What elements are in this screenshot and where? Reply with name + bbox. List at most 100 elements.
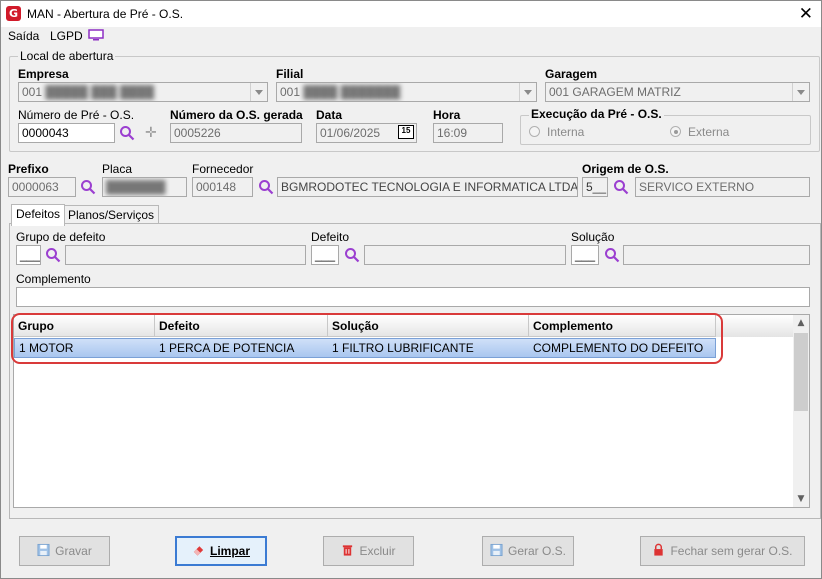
search-icon[interactable]: [80, 179, 96, 195]
numero-os-gerada-value: 0005226: [174, 126, 221, 140]
origem-label: Origem de O.S.: [582, 162, 669, 176]
main-window: G MAN - Abertura de Pré - O.S. ✕ Saída L…: [0, 0, 822, 579]
hora-value: 16:09: [437, 126, 468, 140]
vertical-scrollbar[interactable]: ▲ ▼: [793, 315, 809, 507]
garagem-label: Garagem: [545, 67, 598, 81]
complemento-label: Complemento: [16, 272, 91, 286]
search-icon[interactable]: [119, 125, 135, 141]
calendar-icon[interactable]: 15: [398, 125, 414, 139]
chevron-down-icon[interactable]: [792, 83, 809, 101]
app-logo-icon: G: [6, 6, 21, 21]
fornecedor-name-field: BGMRODOTEC TECNOLOGIA E INFORMATICA LTDA: [277, 177, 578, 197]
solucao-value: ___: [575, 248, 596, 262]
numero-os-gerada-field: 0005226: [170, 123, 302, 143]
gravar-button[interactable]: Gravar: [19, 536, 110, 566]
empresa-select[interactable]: 001 █████ ███ ████: [18, 82, 268, 102]
numero-pre-os-value: 0000043: [22, 126, 69, 140]
defeito-value: ___: [315, 248, 336, 262]
placa-field: ███████: [102, 177, 187, 197]
garagem-value: 001 GARAGEM MATRIZ: [549, 85, 681, 99]
empresa-value: 001: [22, 85, 43, 99]
execucao-title: Execução da Pré - O.S.: [529, 107, 664, 121]
limpar-label: Limpar: [209, 544, 250, 558]
origem-code-field[interactable]: 5__: [582, 177, 608, 197]
interna-label: Interna: [547, 125, 585, 139]
limpar-button[interactable]: Limpar: [175, 536, 267, 566]
lock-icon: [654, 543, 664, 556]
save-icon: [37, 543, 50, 557]
scroll-thumb[interactable]: [794, 333, 808, 411]
filial-name-redacted: ████ ███████: [303, 85, 401, 99]
complemento-input[interactable]: [16, 287, 810, 307]
menu-saida[interactable]: Saída: [8, 29, 39, 43]
prefixo-value: 0000063: [12, 180, 59, 194]
search-icon[interactable]: [604, 247, 620, 263]
chevron-down-icon[interactable]: [519, 83, 536, 101]
monitor-icon[interactable]: [88, 29, 104, 41]
filial-label: Filial: [276, 67, 304, 81]
numero-pre-os-label: Número de Pré - O.S.: [18, 108, 135, 122]
search-icon[interactable]: [45, 247, 61, 263]
tab-planos-servicos[interactable]: Planos/Serviços: [63, 205, 160, 225]
placa-redacted: ███████: [106, 180, 166, 194]
menu-bar: Saída LGPD: [1, 27, 821, 47]
save-icon: [490, 543, 503, 557]
title-bar: G MAN - Abertura de Pré - O.S. ✕: [1, 1, 821, 27]
numero-pre-os-input[interactable]: 0000043: [18, 123, 115, 143]
gerar-os-button[interactable]: Gerar O.S.: [482, 536, 574, 566]
gerar-os-label: Gerar O.S.: [507, 544, 566, 558]
search-icon[interactable]: [258, 179, 274, 195]
prefixo-field[interactable]: 0000063: [8, 177, 76, 197]
garagem-select[interactable]: 001 GARAGEM MATRIZ: [545, 82, 810, 102]
solucao-desc: [623, 245, 810, 265]
origem-name-field: SERVICO EXTERNO: [635, 177, 810, 197]
origem-name-value: SERVICO EXTERNO: [639, 180, 755, 194]
grupo-defeito-value: ___: [20, 248, 41, 262]
trash-icon: [343, 545, 353, 556]
numero-os-gerada-label: Número da O.S. gerada: [170, 108, 303, 122]
row-highlight-annotation: [11, 313, 723, 364]
local-abertura-title: Local de abertura: [18, 49, 116, 63]
grupo-defeito-desc: [65, 245, 306, 265]
fornecedor-code-field[interactable]: 000148: [192, 177, 253, 197]
search-icon[interactable]: [344, 247, 360, 263]
defeito-label: Defeito: [311, 230, 350, 244]
tab-defeitos[interactable]: Defeitos: [11, 204, 66, 226]
excluir-label: Excluir: [359, 544, 396, 558]
search-icon[interactable]: [613, 179, 629, 195]
fornecedor-name-value: BGMRODOTEC TECNOLOGIA E INFORMATICA LTDA: [281, 180, 578, 194]
grupo-defeito-label: Grupo de defeito: [16, 230, 106, 244]
empresa-name-redacted: █████ ███ ████: [45, 85, 155, 99]
interna-radio[interactable]: [529, 126, 540, 137]
window-title: MAN - Abertura de Pré - O.S.: [27, 7, 184, 21]
scroll-down-icon[interactable]: ▼: [793, 491, 809, 507]
fornecedor-label: Fornecedor: [192, 162, 254, 176]
fechar-sem-gerar-button[interactable]: Fechar sem gerar O.S.: [640, 536, 805, 566]
fechar-sem-gerar-label: Fechar sem gerar O.S.: [670, 544, 793, 558]
data-value: 01/06/2025: [320, 126, 381, 140]
empresa-label: Empresa: [18, 67, 69, 81]
gravar-label: Gravar: [55, 544, 92, 558]
grupo-defeito-input[interactable]: ___: [16, 245, 41, 265]
origem-code-value: 5__: [586, 180, 607, 194]
add-icon[interactable]: ✛: [145, 124, 157, 141]
hora-field: 16:09: [433, 123, 503, 143]
prefixo-label: Prefixo: [8, 162, 49, 176]
scroll-up-icon[interactable]: ▲: [793, 315, 809, 331]
defeito-input[interactable]: ___: [311, 245, 339, 265]
data-label: Data: [316, 108, 343, 122]
hora-label: Hora: [433, 108, 461, 122]
solucao-input[interactable]: ___: [571, 245, 599, 265]
solucao-label: Solução: [571, 230, 615, 244]
excluir-button[interactable]: Excluir: [323, 536, 414, 566]
externa-label: Externa: [688, 125, 730, 139]
filial-select[interactable]: 001 ████ ███████: [276, 82, 537, 102]
chevron-down-icon[interactable]: [250, 83, 267, 101]
close-icon[interactable]: ✕: [799, 4, 813, 24]
menu-lgpd[interactable]: LGPD: [50, 29, 83, 43]
fornecedor-code-value: 000148: [196, 180, 237, 194]
externa-radio[interactable]: [670, 126, 681, 137]
defeito-desc: [364, 245, 566, 265]
eraser-icon: [193, 546, 204, 556]
filial-value: 001: [280, 85, 301, 99]
